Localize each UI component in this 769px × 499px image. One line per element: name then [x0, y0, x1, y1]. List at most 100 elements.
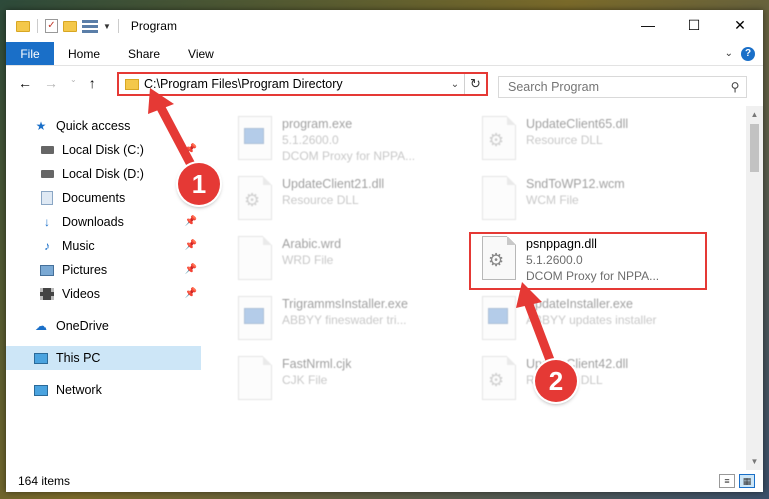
file-tile[interactable]: ⚙ UpdateClient65.dll Resource DLL [482, 112, 722, 168]
file-icon [482, 176, 516, 220]
tab-file[interactable]: File [6, 42, 54, 65]
sidebar-item-network[interactable]: Network [6, 378, 201, 402]
step-2-badge: 2 [535, 360, 577, 402]
sidebar-item-label: Quick access [56, 119, 131, 133]
scroll-thumb[interactable] [750, 124, 759, 172]
sidebar-item-onedrive[interactable]: ☁ OneDrive [6, 314, 201, 338]
properties-check-icon[interactable]: ✓ [45, 19, 58, 33]
network-icon [34, 383, 48, 397]
ribbon-tabs: File Home Share View ⌄ ? [6, 42, 763, 66]
file-name: TrigrammsInstaller.exe [282, 297, 408, 311]
file-tile[interactable]: program.exe 5.1.2600.0 DCOM Proxy for NPPA… [238, 112, 478, 168]
file-tile[interactable]: UpdateInstaller.exe ABBYY updates install… [482, 292, 722, 348]
file-description: DCOM Proxy for NPPA... [282, 149, 416, 163]
file-tile[interactable]: SndToWP12.wcm WCM File [482, 172, 722, 228]
sidebar-item-downloads[interactable]: ↓ Downloads 📌 [6, 210, 201, 234]
file-name: UpdateClient65.dll [526, 117, 629, 131]
sidebar-item-local-disk-c[interactable]: Local Disk (C:) 📌 [6, 138, 201, 162]
folder-icon [16, 20, 30, 32]
cloud-icon: ☁ [35, 319, 47, 333]
refresh-icon[interactable]: ↻ [464, 74, 486, 94]
file-icon [238, 356, 272, 400]
back-arrow-icon[interactable]: ← [18, 75, 32, 91]
up-arrow-icon[interactable]: ↑ [89, 75, 96, 91]
sidebar-item-quick-access[interactable]: ★ Quick access [6, 114, 201, 138]
details-view-icon[interactable]: ≡ [719, 474, 735, 488]
file-type: Resource DLL [282, 193, 359, 207]
file-name: program.exe [282, 117, 353, 131]
tiles-view-icon[interactable]: ▦ [739, 474, 755, 488]
drive-icon [40, 143, 54, 157]
file-tile[interactable]: FastNrml.cjk CJK File [238, 352, 478, 408]
file-type: Resource DLL [526, 133, 603, 147]
minimize-button[interactable]: — [625, 10, 671, 40]
pin-icon[interactable]: 📌 [185, 288, 197, 299]
address-bar[interactable]: C:\Program Files\Program Directory ⌄ ↻ [117, 72, 488, 96]
sidebar-item-label: Pictures [62, 263, 108, 277]
computer-icon [34, 351, 48, 365]
tab-home[interactable]: Home [54, 42, 114, 65]
new-folder-icon[interactable] [63, 20, 77, 32]
tab-view[interactable]: View [174, 42, 228, 65]
file-version: 5.1.2600.0 [282, 133, 339, 147]
dll-gear-icon: ⚙ [482, 356, 516, 400]
download-arrow-icon: ↓ [44, 215, 50, 229]
sidebar-item-pictures[interactable]: Pictures 📌 [6, 258, 201, 282]
properties-icon[interactable] [82, 19, 98, 33]
file-tile[interactable]: TrigrammsInstaller.exe ABBYY fineswader t… [238, 292, 478, 348]
sidebar-item-videos[interactable]: Videos 📌 [6, 282, 201, 306]
vertical-scrollbar[interactable]: ▲ ▼ [746, 106, 763, 470]
scroll-up-arrow-icon[interactable]: ▲ [746, 106, 763, 123]
address-dropdown-chevron-icon[interactable]: ⌄ [446, 79, 464, 90]
window-controls: — ☐ ✕ [625, 10, 763, 40]
file-name: Arabic.wrd [282, 237, 342, 251]
expand-ribbon-chevron-icon[interactable]: ⌄ [725, 48, 733, 59]
exe-icon [238, 116, 272, 160]
scroll-down-arrow-icon[interactable]: ▼ [746, 453, 763, 470]
sidebar-item-documents[interactable]: Documents [6, 186, 201, 210]
customize-toolbar-chevron-icon[interactable]: ▼ [103, 22, 111, 31]
dll-gear-icon: ⚙ [482, 116, 516, 160]
item-count: 164 items [18, 474, 71, 488]
search-input[interactable] [508, 80, 724, 94]
pin-icon[interactable]: 📌 [185, 240, 197, 251]
nav-arrows: ← → ⌄ ↑ [6, 75, 96, 91]
maximize-button[interactable]: ☐ [671, 10, 717, 40]
file-name: UpdateInstaller.exe [526, 297, 634, 311]
sidebar-item-label: Local Disk (D:) [62, 167, 144, 181]
sidebar-item-label: Downloads [62, 215, 124, 229]
pin-icon[interactable]: 📌 [185, 216, 197, 227]
pin-icon[interactable]: 📌 [185, 144, 197, 155]
search-box[interactable]: ⚲ [498, 76, 747, 98]
file-icon [238, 236, 272, 280]
sidebar-item-label: This PC [56, 351, 101, 365]
file-tile[interactable]: ⚙ UpdateClient42.dllResource DLL [482, 352, 722, 408]
explorer-window: ✓ ▼ Program — ☐ ✕ File Home Share View ⌄… [6, 10, 763, 492]
help-icon[interactable]: ? [741, 46, 755, 61]
file-type: CJK File [282, 373, 328, 387]
address-path[interactable]: C:\Program Files\Program Directory [144, 77, 446, 91]
file-tile[interactable]: ⚙ UpdateClient21.dll Resource DLL [238, 172, 478, 228]
ribbon-right: ⌄ ? [725, 42, 763, 65]
drive-icon [40, 167, 54, 181]
film-icon [40, 287, 54, 301]
forward-arrow-icon[interactable]: → [44, 75, 58, 91]
file-description: ABBYY updates installer [526, 313, 657, 327]
sidebar-item-local-disk-d[interactable]: Local Disk (D:) [6, 162, 201, 186]
navigation-bar: ← → ⌄ ↑ C:\Program Files\Program Directo… [6, 66, 763, 100]
sidebar-item-music[interactable]: ♪ Music 📌 [6, 234, 201, 258]
recent-locations-chevron-icon[interactable]: ⌄ [70, 75, 77, 91]
star-icon: ★ [35, 119, 47, 133]
toolbar-divider [117, 19, 119, 33]
tab-share[interactable]: Share [114, 42, 174, 65]
status-bar: 164 items ≡ ▦ [6, 470, 763, 492]
file-type: WCM File [526, 193, 579, 207]
search-icon[interactable]: ⚲ [724, 80, 746, 94]
file-description: ABBYY fineswader tri... [282, 313, 407, 327]
close-button[interactable]: ✕ [717, 10, 763, 40]
sidebar-item-label: Videos [62, 287, 100, 301]
sidebar-item-this-pc[interactable]: This PC [6, 346, 201, 370]
pin-icon[interactable]: 📌 [185, 264, 197, 275]
file-tile[interactable]: Arabic.wrd WRD File [238, 232, 478, 288]
